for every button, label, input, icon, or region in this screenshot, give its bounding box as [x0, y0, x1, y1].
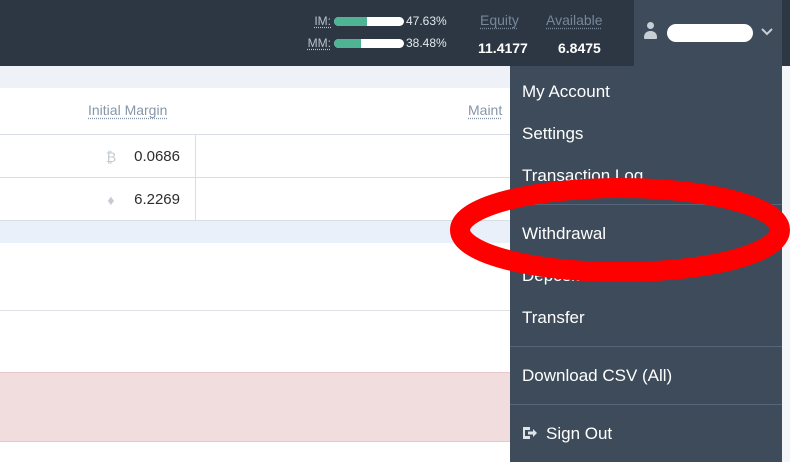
red-ellipse-annotation [450, 178, 790, 282]
username-redacted [667, 24, 753, 42]
menu-divider [510, 346, 782, 347]
menu-divider [510, 404, 782, 405]
sign-out-icon [523, 427, 537, 439]
chevron-down-icon[interactable] [760, 24, 774, 38]
sign-out-label: Sign Out [546, 424, 613, 443]
column-divider [195, 135, 196, 177]
ethereum-icon: ♦ [107, 192, 115, 208]
available-value: 6.8475 [558, 40, 601, 56]
section-divider [0, 310, 510, 311]
table-row: ♦ 6.2269 [0, 178, 510, 221]
column-maint-margin[interactable]: Maint [468, 102, 502, 118]
im-progress-bar [334, 16, 404, 26]
menu-item-transfer[interactable]: Transfer [522, 308, 585, 328]
equity-label: Equity [480, 12, 519, 28]
mm-progress-fill [334, 38, 361, 48]
column-divider [195, 178, 196, 220]
initial-margin-value: 6.2269 [134, 191, 180, 208]
bitcoin-icon: ₿ [105, 149, 117, 165]
im-label: IM: [314, 14, 331, 28]
column-initial-margin[interactable]: Initial Margin [88, 102, 167, 118]
menu-item-my-account[interactable]: My Account [522, 82, 610, 102]
maintenance-margin-meter: MM: 38.48% [306, 35, 447, 51]
im-progress-fill [334, 16, 368, 26]
mm-label: MM: [307, 36, 331, 50]
menu-item-sign-out[interactable]: Sign Out [522, 424, 612, 444]
highlighted-row [0, 372, 510, 442]
initial-margin-meter: IM: 47.63% [306, 13, 447, 29]
table-row: ₿ 0.0686 [0, 135, 510, 178]
mm-percent: 38.48% [406, 36, 447, 50]
im-percent: 47.63% [406, 14, 447, 28]
initial-margin-value: 0.0686 [134, 148, 180, 165]
menu-item-settings[interactable]: Settings [522, 124, 583, 144]
mm-progress-bar [334, 38, 404, 48]
available-label: Available [546, 12, 603, 28]
user-icon [644, 22, 657, 40]
table-footer-band [0, 221, 510, 243]
equity-value: 11.4177 [478, 40, 528, 56]
menu-item-download-csv[interactable]: Download CSV (All) [522, 366, 672, 386]
